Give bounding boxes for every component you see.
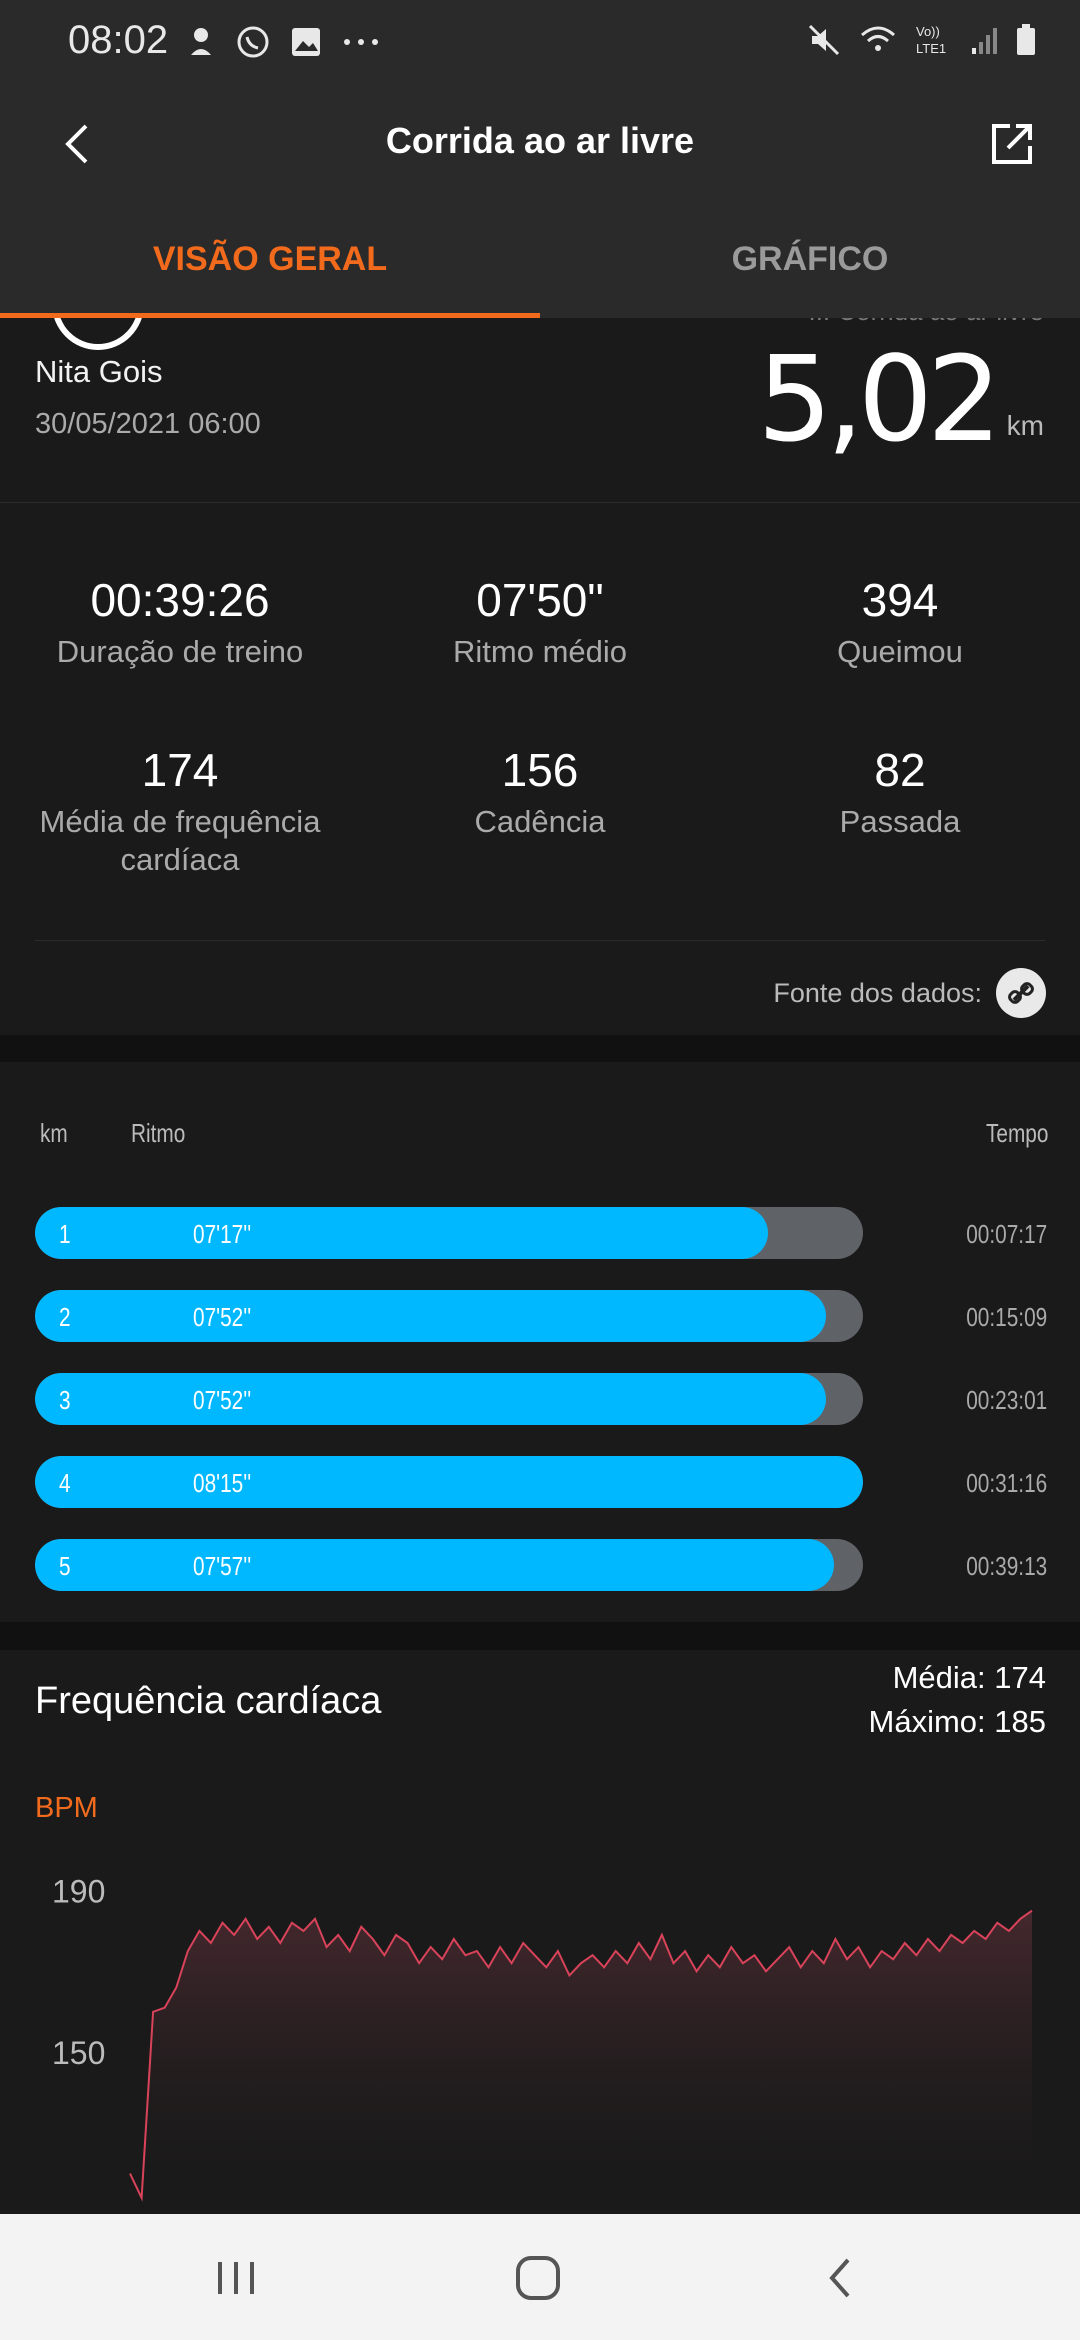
divider: [35, 940, 1045, 941]
user-name: Nita Gois: [35, 354, 163, 389]
split-km: 3: [59, 1385, 71, 1415]
split-bar: [35, 1207, 768, 1259]
more-dots-icon: [344, 39, 378, 45]
stat-label: Média de frequência cardíaca: [39, 804, 321, 877]
recent-apps-icon[interactable]: [206, 2248, 266, 2308]
split-track: [35, 1539, 863, 1591]
workout-date: 30/05/2021 06:00: [35, 408, 261, 440]
split-bar: [35, 1456, 863, 1508]
stat-avg-heart-rate: 174 Média de frequência cardíaca: [0, 743, 360, 879]
stat-label: Queimou: [837, 634, 963, 669]
split-bar: [35, 1373, 826, 1425]
home-icon[interactable]: [508, 2248, 568, 2308]
notification-icons: [185, 24, 381, 60]
split-bar: [35, 1539, 835, 1591]
page-title: Corrida ao ar livre: [385, 120, 695, 161]
workout-summary: ... Corrida ao ar livre Nita Gois 30/05/…: [0, 318, 1080, 502]
stat-stride: 82 Passada: [720, 743, 1080, 841]
stat-value: 174: [141, 744, 219, 796]
stat-calories: 394 Queimou: [720, 573, 1080, 671]
heart-rate-chart: 190 150: [52, 1873, 1033, 2214]
volte-icon: Vo)) LTE1: [916, 24, 946, 56]
y-tick-label: 150: [52, 2035, 105, 2071]
status-bar: 08:02 Vo)) LTE1: [0, 0, 1080, 84]
heart-rate-average: Média: 174: [892, 1660, 1046, 1695]
pace-header-km: km: [40, 1118, 68, 1148]
distance-unit: km: [1006, 410, 1044, 441]
split-km: 4: [59, 1468, 71, 1498]
svg-text:Vo)): Vo)): [916, 24, 940, 39]
stat-value: 00:39:26: [90, 574, 270, 626]
mute-icon: [808, 24, 840, 56]
split-track: [35, 1373, 863, 1425]
split-row: 1 07'17'' 00:07:17: [35, 1207, 1047, 1259]
link-icon[interactable]: [996, 968, 1046, 1018]
split-pace: 07'52'': [193, 1385, 252, 1415]
split-time: 00:39:13: [966, 1551, 1047, 1581]
stat-label: Cadência: [474, 804, 606, 839]
stat-duration: 00:39:26 Duração de treino: [0, 573, 360, 671]
distance-value: 5,02: [757, 330, 1002, 468]
split-pace: 08'15'': [193, 1468, 252, 1498]
split-time: 00:31:16: [966, 1468, 1047, 1498]
split-km: 5: [59, 1551, 71, 1581]
stat-value: 156: [501, 744, 579, 796]
system-nav-bar: [0, 2214, 1080, 2340]
share-icon[interactable]: [984, 116, 1040, 172]
pace-header-pace: Ritmo: [131, 1118, 186, 1148]
split-track: [35, 1456, 863, 1508]
tab-overview[interactable]: VISÃO GERAL: [0, 240, 540, 279]
whatsapp-icon: [237, 26, 269, 58]
stat-avg-pace: 07'50" Ritmo médio: [360, 573, 720, 671]
y-tick-label: 190: [52, 1873, 105, 1909]
beach-icon: [191, 28, 211, 55]
split-km: 2: [59, 1302, 71, 1332]
stat-value: 82: [874, 744, 926, 796]
gallery-icon: [292, 28, 320, 56]
avatar: [52, 318, 144, 350]
split-km: 1: [59, 1219, 71, 1249]
split-row: 4 08'15'' 00:31:16: [35, 1456, 1047, 1508]
battery-icon: [1017, 24, 1035, 55]
data-source-label: Fonte dos dados:: [773, 977, 982, 1008]
system-icons: Vo)) LTE1: [806, 22, 1038, 58]
pace-splits: km Ritmo Tempo 1 07'17'' 00:07:17 2 07'5…: [0, 1062, 1080, 1622]
app-bar: Corrida ao ar livre: [0, 84, 1080, 204]
back-icon[interactable]: [812, 2248, 872, 2308]
signal-icon: [972, 28, 997, 54]
stat-cadence: 156 Cadência: [360, 743, 720, 841]
split-track: [35, 1290, 863, 1342]
wifi-icon: [861, 26, 895, 51]
stat-label: Ritmo médio: [453, 634, 627, 669]
stat-label: Passada: [839, 804, 961, 839]
heart-rate-title: Frequência cardíaca: [35, 1680, 382, 1722]
split-pace: 07'17'': [193, 1219, 252, 1249]
split-track: [35, 1207, 863, 1259]
svg-text:LTE1: LTE1: [916, 41, 946, 56]
split-row: 5 07'57'' 00:39:13: [35, 1539, 1047, 1591]
split-pace: 07'52'': [193, 1302, 252, 1332]
split-time: 00:07:17: [966, 1219, 1047, 1249]
heart-rate-section: Frequência cardíaca Média: 174 Máximo: 1…: [0, 1650, 1080, 2214]
stats-grid: 00:39:26 Duração de treino 07'50" Ritmo …: [0, 503, 1080, 1035]
stat-value: 07'50": [476, 574, 604, 626]
heart-rate-unit: BPM: [35, 1792, 98, 1824]
status-time: 08:02: [68, 18, 169, 62]
split-bar: [35, 1290, 826, 1342]
workout-subtitle: ... Corrida ao ar livre: [808, 318, 1044, 327]
heart-rate-area: [130, 1910, 1032, 2214]
split-row: 2 07'52'' 00:15:09: [35, 1290, 1047, 1342]
split-time: 00:23:01: [966, 1385, 1047, 1415]
data-source-row: Fonte dos dados:: [773, 968, 1046, 1018]
tab-bar: VISÃO GERAL GRÁFICO: [0, 204, 1080, 318]
tab-chart[interactable]: GRÁFICO: [540, 240, 1080, 279]
split-row: 3 07'52'' 00:23:01: [35, 1373, 1047, 1425]
heart-rate-maximum: Máximo: 185: [868, 1704, 1046, 1739]
pace-header-time: Tempo: [986, 1118, 1049, 1148]
split-pace: 07'57'': [193, 1551, 252, 1581]
stat-value: 394: [861, 574, 939, 626]
split-time: 00:15:09: [966, 1302, 1047, 1332]
stat-label: Duração de treino: [56, 634, 304, 669]
